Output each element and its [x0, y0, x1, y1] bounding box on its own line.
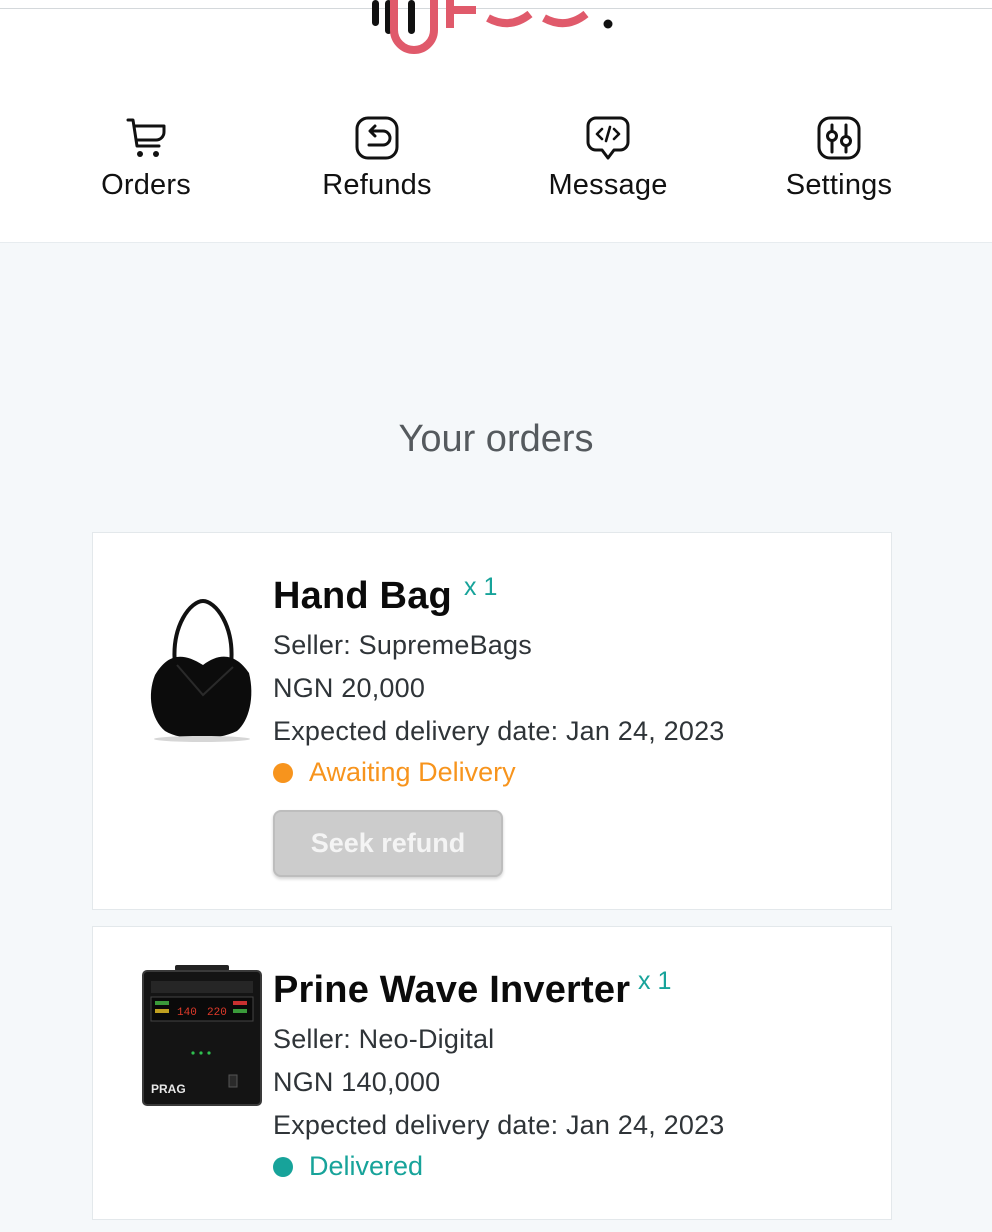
nav-orders-label: Orders — [101, 169, 191, 201]
nav-message-label: Message — [548, 169, 668, 201]
order-seller: Seller: Neo-Digital — [273, 1024, 495, 1054]
logo-mark — [372, 0, 613, 54]
settings-icon — [817, 116, 861, 160]
cart-icon — [126, 118, 166, 157]
order-status-label: Delivered — [309, 1151, 424, 1181]
order-delivery-date: Expected delivery date: Jan 24, 2023 — [273, 716, 725, 746]
order-details: Prine Wave Inverter Seller: Neo-Digital … — [273, 969, 725, 1182]
status-dot — [273, 1156, 293, 1177]
order-card[interactable]: 140 220 PRAG Prine Wave Inverter Seller:… — [92, 926, 892, 1220]
handbag-product-image — [150, 598, 252, 742]
inverter-brand-text: PRAG — [151, 1082, 186, 1096]
nav-settings[interactable]: Settings — [739, 114, 939, 214]
inverter-product-image: 140 220 PRAG — [142, 965, 262, 1106]
nav-refunds-label: Refunds — [322, 169, 432, 201]
order-delivery-date: Expected delivery date: Jan 24, 2023 — [273, 1110, 725, 1140]
brand-logo[interactable] — [368, 0, 628, 56]
order-product-name: Hand Bag — [273, 575, 452, 617]
page-title: Your orders — [398, 418, 594, 460]
nav-message[interactable]: Message — [508, 114, 708, 214]
order-seller: Seller: SupremeBags — [273, 630, 532, 660]
order-quantity: x 1 — [638, 967, 672, 995]
nav-orders[interactable]: Orders — [46, 114, 246, 214]
order-status: Delivered — [273, 1151, 725, 1182]
order-quantity: x 1 — [464, 573, 498, 601]
order-status: Awaiting Delivery — [273, 757, 725, 788]
seek-refund-button[interactable]: Seek refund — [273, 810, 503, 877]
status-dot — [273, 762, 293, 783]
inverter-display-left: 140 — [177, 1007, 197, 1019]
order-details: Hand Bag Seller: SupremeBags NGN 20,000 … — [273, 575, 725, 788]
order-price: NGN 20,000 — [273, 673, 426, 703]
order-card[interactable]: Hand Bag Seller: SupremeBags NGN 20,000 … — [92, 532, 892, 910]
top-navigation: Orders Refunds Message Settings — [0, 0, 992, 243]
inverter-display-right: 220 — [207, 1007, 227, 1019]
order-price: NGN 140,000 — [273, 1067, 441, 1097]
order-status-label: Awaiting Delivery — [309, 757, 516, 787]
nav-refunds[interactable]: Refunds — [277, 114, 477, 214]
message-icon — [586, 116, 630, 160]
nav-settings-label: Settings — [785, 169, 893, 201]
refund-icon — [355, 116, 399, 160]
